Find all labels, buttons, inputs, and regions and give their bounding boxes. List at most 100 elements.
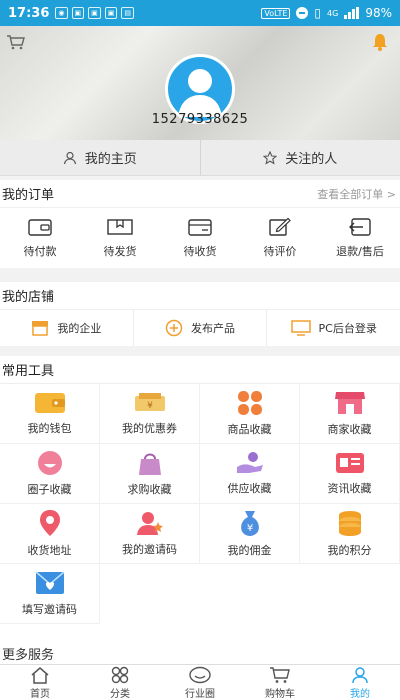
hand-icon <box>236 452 263 473</box>
tools-title: 常用工具 <box>2 364 55 379</box>
home-icon <box>31 666 49 684</box>
tab-cart[interactable]: 购物车 <box>240 665 320 700</box>
my-enterprise-button[interactable]: 我的企业 <box>0 310 133 346</box>
coins-icon <box>338 511 361 536</box>
volte-indicator: VoLTE <box>261 7 291 19</box>
tool-label: 填写邀请码 <box>22 603 77 616</box>
tool-label: 我的钱包 <box>27 422 72 435</box>
orders-title: 我的订单 <box>2 188 55 203</box>
tab-label: 分类 <box>110 688 130 700</box>
store-outline-icon <box>32 321 49 336</box>
status-bar: 17:36 ◉ ▣ ▣ ▣ ▤ VoLTE ▯ 4G 98% <box>0 0 400 26</box>
cart-icon[interactable] <box>6 34 26 50</box>
circle-chat-icon <box>189 666 211 683</box>
tool-label: 求购收藏 <box>127 483 172 496</box>
tool-label: 资讯收藏 <box>327 482 372 495</box>
tool-label: 商品收藏 <box>227 423 272 436</box>
tab-mine[interactable]: 我的 <box>320 665 400 700</box>
location-icon <box>39 510 60 536</box>
star-icon <box>263 150 278 165</box>
followed-people-button[interactable]: 关注的人 <box>199 140 400 175</box>
pc-backend-login-button[interactable]: PC后台登录 <box>266 310 400 346</box>
order-pending-payment[interactable]: 待付款 <box>0 208 80 268</box>
profile-header: 15279338625 <box>0 26 400 140</box>
tool-my-wallet[interactable]: 我的钱包 <box>0 384 100 444</box>
money-bag-icon: ¥ <box>240 511 259 536</box>
bottom-tab-bar: 首页 分类 行业圈 购物车 我的 <box>0 664 400 700</box>
tool-my-coupons[interactable]: ¥ 我的优惠券 <box>100 384 200 444</box>
profile-nav: 我的主页 关注的人 <box>0 140 400 176</box>
do-not-disturb-icon <box>296 7 309 19</box>
my-homepage-label: 我的主页 <box>84 152 137 167</box>
order-label: 待评价 <box>263 245 297 258</box>
monitor-icon <box>290 320 311 336</box>
signal-icon <box>344 7 360 19</box>
svg-text:¥: ¥ <box>246 523 252 534</box>
order-pending-receipt[interactable]: 待收货 <box>160 208 240 268</box>
tool-supply-favorites[interactable]: 供应收藏 <box>200 444 300 504</box>
tab-label: 行业圈 <box>185 688 215 700</box>
tool-my-invite-code[interactable]: 我的邀请码 <box>100 504 200 564</box>
edit-icon <box>269 217 291 236</box>
app-notification-icon: ▤ <box>121 7 134 19</box>
return-icon <box>349 218 371 236</box>
tool-my-points[interactable]: 我的积分 <box>300 504 400 564</box>
app-notification-icon: ▣ <box>104 7 118 19</box>
tool-label: 我的优惠券 <box>122 422 177 435</box>
tool-label: 收货地址 <box>27 544 72 557</box>
shop-item-label: PC后台登录 <box>318 322 377 335</box>
tab-industry-circle[interactable]: 行业圈 <box>160 665 240 700</box>
tool-merchant-favorites[interactable]: 商家收藏 <box>300 384 400 444</box>
clover-icon <box>237 391 262 415</box>
order-pending-review[interactable]: 待评价 <box>240 208 320 268</box>
card-icon <box>188 219 212 236</box>
battery-level: 98% <box>365 6 392 20</box>
weibo-notification-icon: ◉ <box>55 7 68 19</box>
grid-icon <box>111 666 129 683</box>
tool-label: 商家收藏 <box>327 423 372 436</box>
vibrate-icon: ▯ <box>314 6 322 20</box>
app-notification-icon: ▣ <box>88 7 101 19</box>
tool-my-commission[interactable]: ¥ 我的佣金 <box>200 504 300 564</box>
person-icon <box>63 151 76 164</box>
tools-section: 常用工具 我的钱包 ¥ 我的优惠券 商品收藏 商家收藏 圈子收藏 求购收藏 供应… <box>0 356 400 646</box>
smile-icon <box>37 451 62 475</box>
publish-product-button[interactable]: 发布产品 <box>132 310 267 346</box>
tool-news-favorites[interactable]: 资讯收藏 <box>300 444 400 504</box>
tool-product-favorites[interactable]: 商品收藏 <box>200 384 300 444</box>
order-refund[interactable]: 退款/售后 <box>320 208 400 268</box>
tool-enter-invite-code[interactable]: 填写邀请码 <box>0 564 100 624</box>
tool-circle-favorites[interactable]: 圈子收藏 <box>0 444 100 504</box>
order-label: 退款/售后 <box>336 245 384 258</box>
tool-label: 我的邀请码 <box>122 543 177 556</box>
order-pending-shipment[interactable]: 待发货 <box>80 208 160 268</box>
network-type: 4G <box>327 8 339 18</box>
tool-shipping-address[interactable]: 收货地址 <box>0 504 100 564</box>
tab-category[interactable]: 分类 <box>80 665 160 700</box>
app-notification-icon: ▣ <box>71 7 85 19</box>
shop-item-label: 发布产品 <box>191 322 235 335</box>
status-time: 17:36 <box>8 5 50 21</box>
orders-section: 我的订单 查看全部订单 > 待付款 待发货 待收货 待评价 退款/售后 <box>0 180 400 268</box>
shop-item-label: 我的企业 <box>57 322 102 335</box>
view-all-orders-link[interactable]: 查看全部订单 > <box>317 186 396 202</box>
tool-label: 我的积分 <box>327 544 372 557</box>
tab-label: 购物车 <box>265 688 295 700</box>
tool-label: 供应收藏 <box>227 482 272 495</box>
coupon-icon: ¥ <box>134 393 165 411</box>
tab-home[interactable]: 首页 <box>0 665 80 700</box>
followed-people-label: 关注的人 <box>285 152 338 167</box>
shop-section: 我的店铺 我的企业 发布产品 PC后台登录 <box>0 282 400 346</box>
user-icon <box>352 666 368 683</box>
bell-icon[interactable] <box>370 32 390 52</box>
envelope-heart-icon <box>35 571 64 594</box>
shop-title: 我的店铺 <box>2 290 55 305</box>
user-phone: 15279338625 <box>151 112 249 127</box>
my-homepage-button[interactable]: 我的主页 <box>0 140 200 175</box>
tool-label: 圈子收藏 <box>27 483 72 496</box>
plus-circle-icon <box>165 319 183 337</box>
order-label: 待付款 <box>23 245 57 258</box>
svg-text:¥: ¥ <box>147 401 153 411</box>
wallet-outline-icon <box>28 219 52 236</box>
tool-purchase-favorites[interactable]: 求购收藏 <box>100 444 200 504</box>
